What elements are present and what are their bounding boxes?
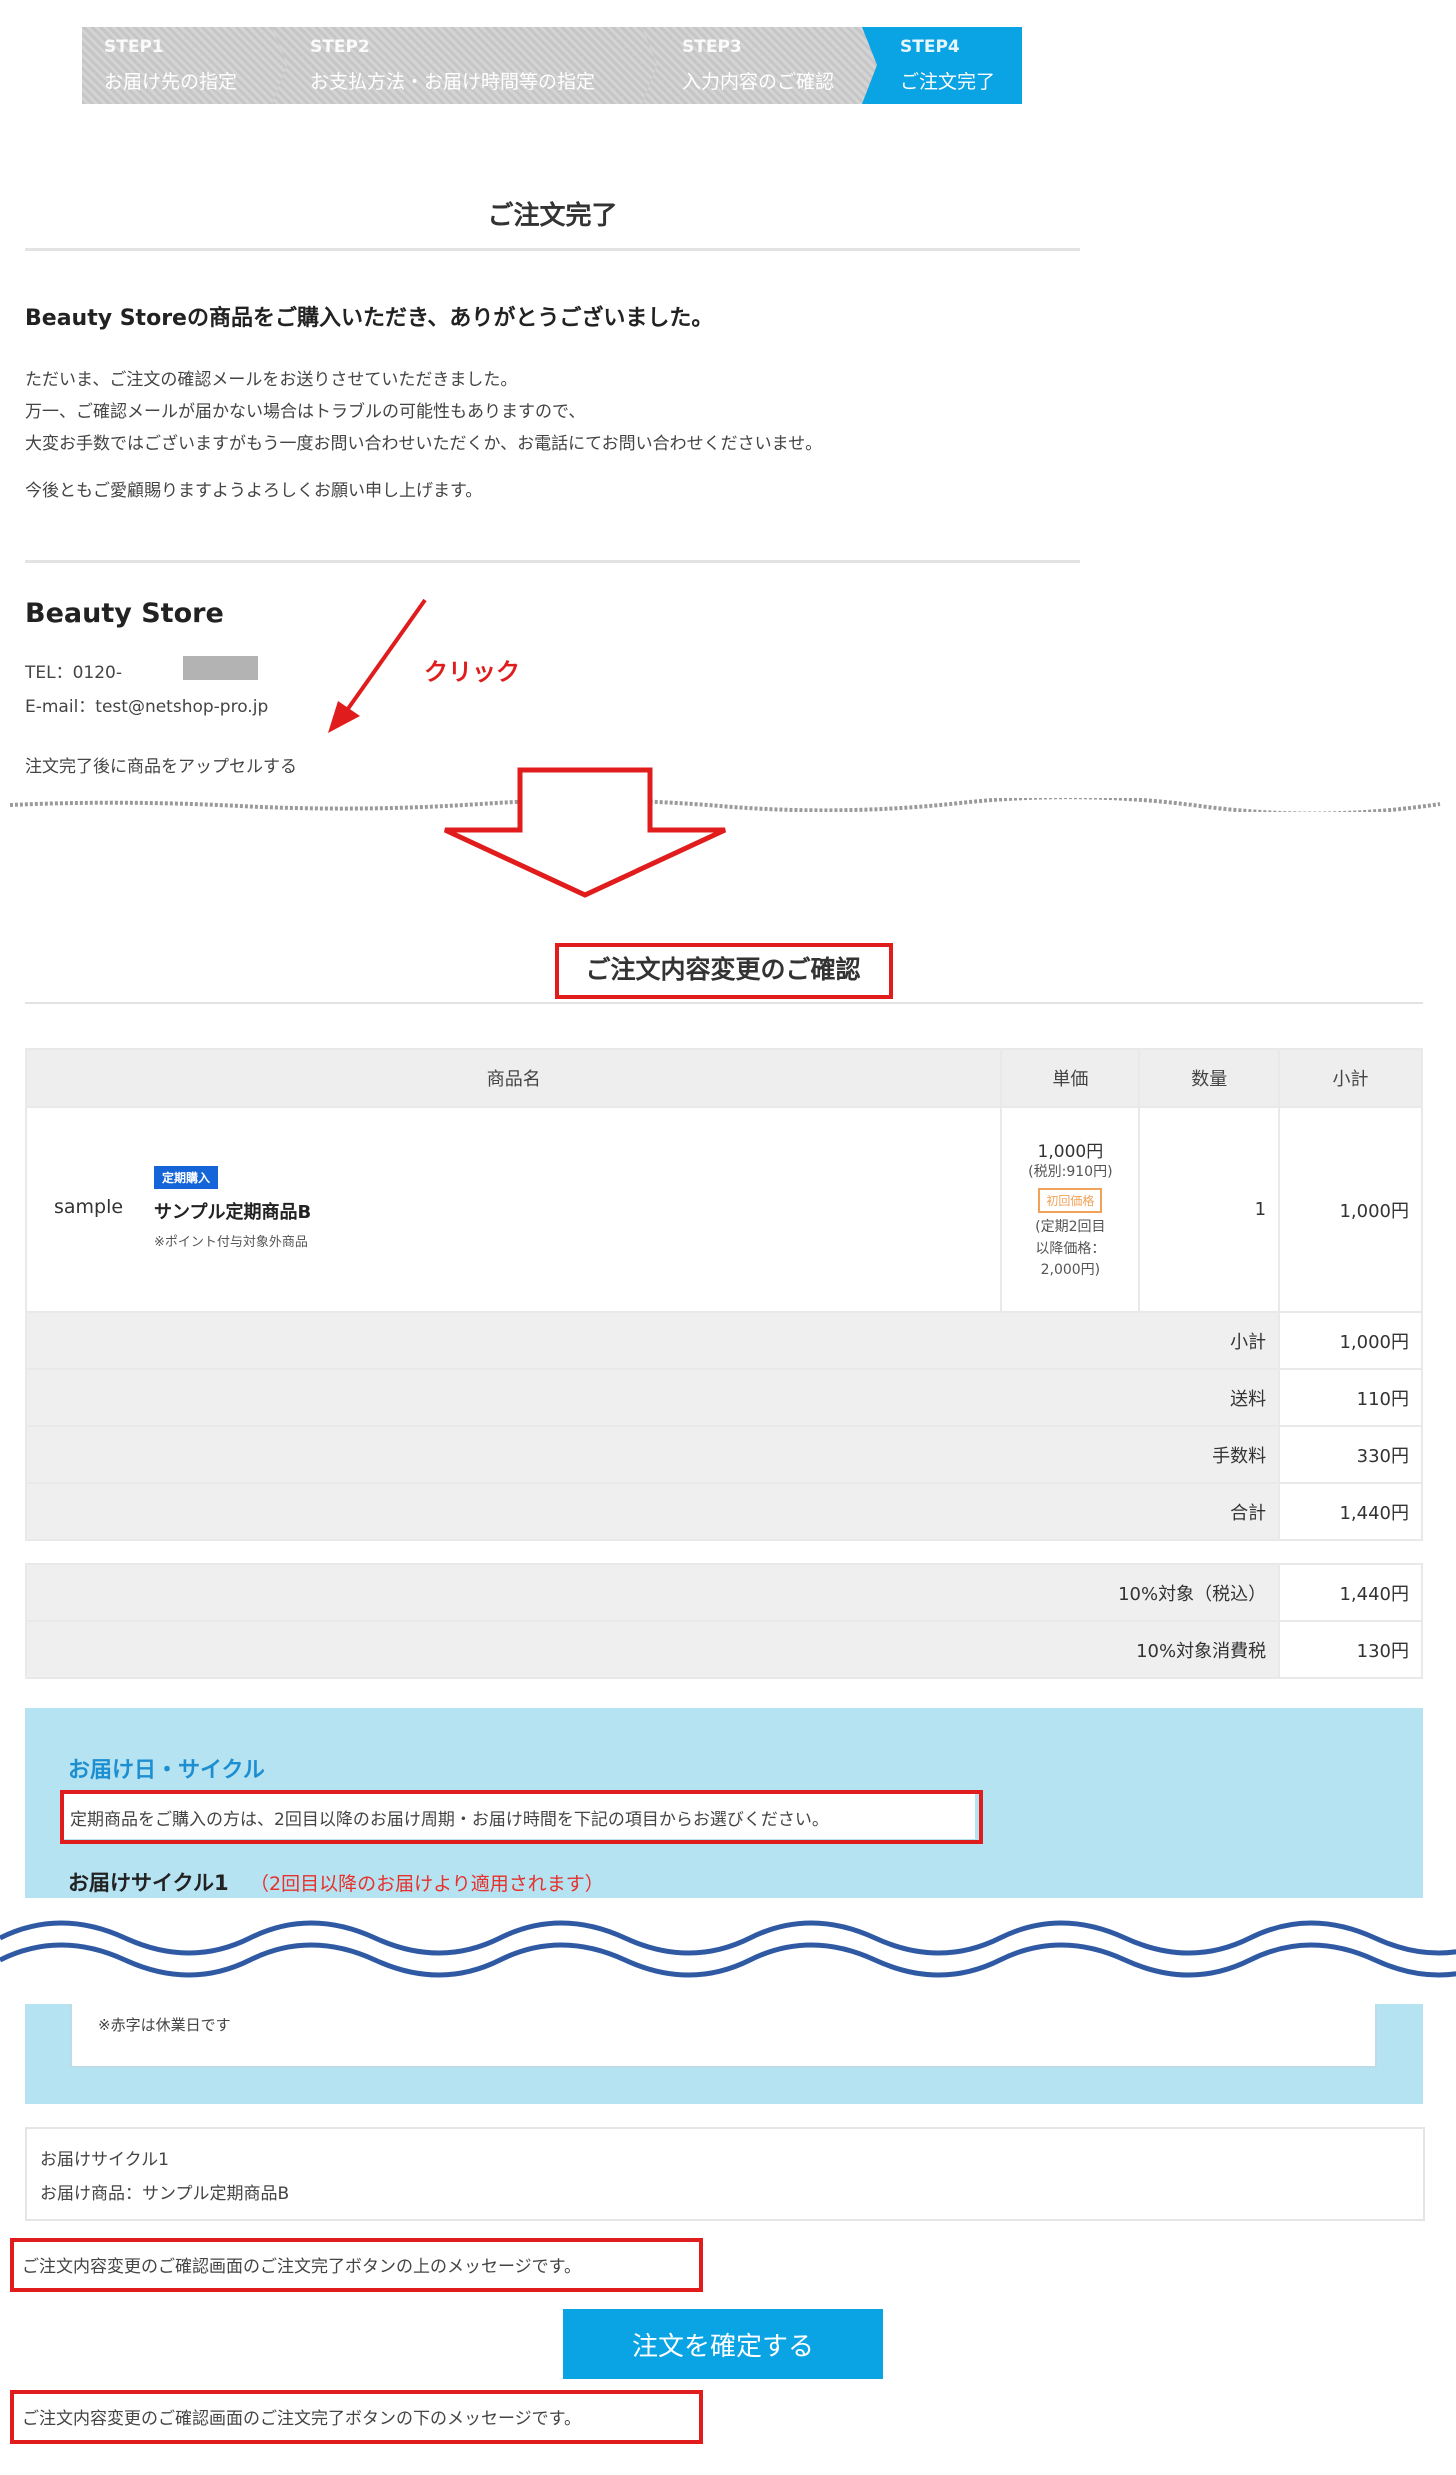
total-value: 1,440円 [1278,1482,1423,1541]
first-price-badge: 初回価格 [1038,1187,1103,1213]
step-label: お支払方法・お届け時間等の指定 [310,71,596,93]
highlight-box [10,2238,703,2292]
step-1: STEP1 お届け先の指定 [82,27,306,104]
delivery-summary [25,2127,1425,2221]
total-value: 330円 [1278,1425,1423,1484]
divider [25,1002,1423,1004]
subtotal-cell: 1,000円 [1278,1106,1423,1313]
qty-cell: 1 [1138,1106,1281,1313]
col-header: 単価 [1000,1048,1141,1108]
price-cell: 1,000円 (税別:910円) 初回価格 (定期2回目 以降価格： 2,000… [1000,1106,1141,1313]
col-header: 小計 [1278,1048,1423,1108]
wave-break-icon [0,1920,1456,1978]
highlight-box [60,1790,983,1844]
tax-row: 10%対象（税込） 1,440円 [24,1563,1423,1622]
step-label: ご注文完了 [900,71,996,93]
delivery-heading: お届け日・サイクル [68,1758,265,1783]
holiday-note: ※赤字は休業日です [98,2016,231,2034]
cycle-note: （2回目以降のお届けより適用されます） [250,1873,604,1895]
step-number: STEP3 [682,37,742,57]
masked-phone [183,656,258,680]
totals-row: 手数料 330円 [24,1425,1423,1484]
step-number: STEP1 [104,37,164,57]
page-title: ご注文完了 [487,201,618,231]
order-table: 商品名 単価 数量 小計 sample 定期購入 サンプル定期商品B ※ポイント… [24,1048,1423,1679]
tax-label: 10%対象消費税 [24,1620,1281,1679]
upsell-link[interactable]: 注文完了後に商品をアップセルする [25,752,297,777]
product-note: ※ポイント付与対象外商品 [154,1235,308,1250]
step-label: 入力内容のご確認 [682,71,835,93]
product-image: sample [54,1196,124,1218]
step-number: STEP4 [900,37,960,57]
total-label: 合計 [24,1482,1281,1541]
price-excl-tax: (税別:910円) [1028,1164,1113,1181]
info-line: 大変お手数ではございますがもう一度お問い合わせいただくか、お電話にてお問い合わせ… [25,434,823,454]
store-tel: TEL：0120- [25,663,122,683]
step-4-current: STEP4 ご注文完了 [862,27,1022,104]
info-line: ただいま、ご注文の確認メールをお送りさせていただきました。 [25,370,518,390]
total-label: 小計 [24,1311,1281,1370]
tax-value: 1,440円 [1278,1563,1423,1622]
highlight-box [10,2390,703,2444]
totals-row: 送料 110円 [24,1368,1423,1427]
unit-price: 1,000円 [1037,1142,1104,1163]
summary-cycle: お届けサイクル1 [40,2150,169,2170]
product-name: サンプル定期商品B [154,1202,312,1223]
tax-row: 10%対象消費税 130円 [24,1620,1423,1679]
step-label: お届け先の指定 [104,71,238,93]
step-2: STEP2 お支払方法・お届け時間等の指定 [272,27,667,104]
confirm-order-button[interactable]: 注文を確定する [563,2309,883,2379]
product-cell: sample 定期購入 サンプル定期商品B ※ポイント付与対象外商品 [24,1106,1003,1313]
store-email: E-mail：test@netshop-pro.jp [25,697,269,717]
store-name: Beauty Store [25,598,224,629]
spacer-row [26,1540,1422,1564]
later-price: 以降価格： [1035,1240,1106,1257]
subscription-badge: 定期購入 [154,1166,219,1189]
click-annotation: クリック [424,658,520,686]
later-price: (定期2回目 [1035,1218,1106,1235]
step-number: STEP2 [310,37,370,57]
step-progress: STEP1 お届け先の指定 STEP2 お支払方法・お届け時間等の指定 STEP… [82,27,1022,104]
col-header: 数量 [1138,1048,1281,1108]
table-header: 商品名 単価 数量 小計 [24,1048,1423,1108]
totals-row: 合計 1,440円 [24,1482,1423,1541]
tax-value: 130円 [1278,1620,1423,1679]
down-arrow-icon [443,767,727,898]
col-header: 商品名 [24,1048,1003,1108]
total-value: 110円 [1278,1368,1423,1427]
highlight-box [555,943,893,999]
total-label: 送料 [24,1368,1281,1427]
total-value: 1,000円 [1278,1311,1423,1370]
table-row: sample 定期購入 サンプル定期商品B ※ポイント付与対象外商品 1,000… [24,1106,1423,1313]
divider [25,560,1080,563]
cycle-label: お届けサイクル1 [68,1871,229,1895]
divider [25,248,1080,251]
summary-item: お届け商品：サンプル定期商品B [40,2184,290,2204]
calendar-box [70,2004,1377,2068]
tax-label: 10%対象（税込） [24,1563,1281,1622]
thanks-message: Beauty Storeの商品をご購入いただき、ありがとうございました。 [25,306,714,331]
later-price: 2,000円) [1040,1262,1101,1279]
closing-line: 今後ともご愛顧賜りますようよろしくお願い申し上げます。 [25,481,483,501]
total-label: 手数料 [24,1425,1281,1484]
annotation-arrow-icon [328,598,427,733]
info-line: 万一、ご確認メールが届かない場合はトラブルの可能性もありますので、 [25,402,586,422]
totals-row: 小計 1,000円 [24,1311,1423,1370]
